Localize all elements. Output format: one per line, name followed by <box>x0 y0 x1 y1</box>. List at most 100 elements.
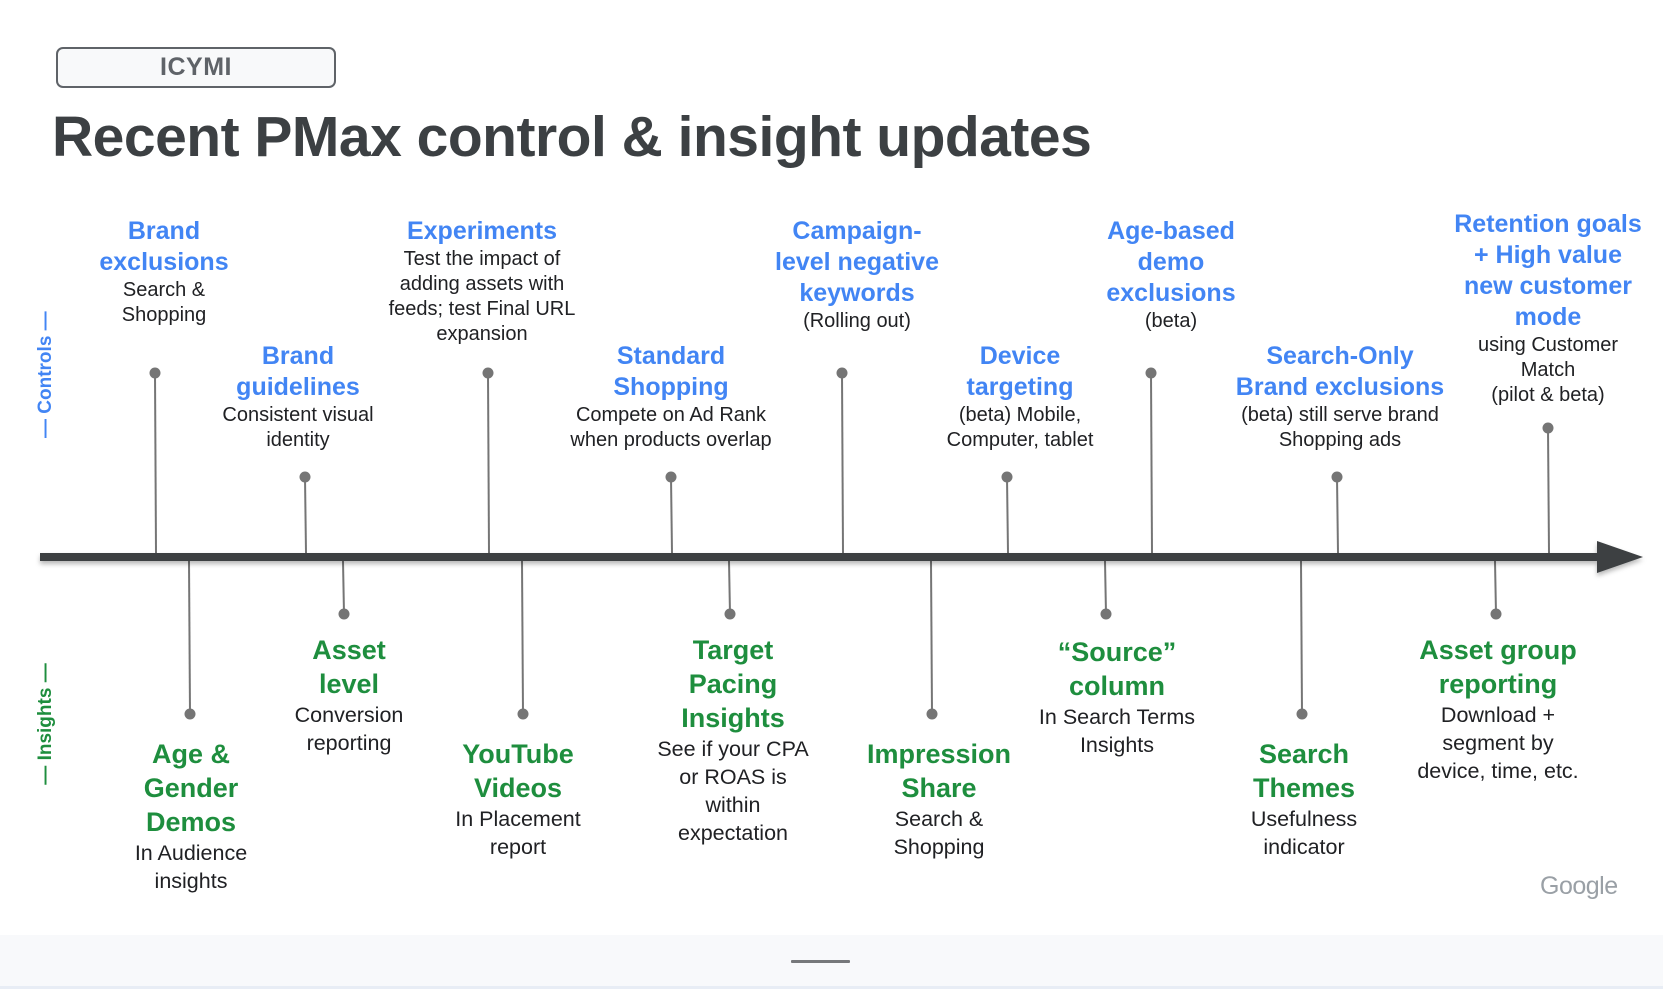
control-milestone-heading: Age-based demo exclusions <box>1041 216 1301 309</box>
heading-line: Gender <box>143 773 239 803</box>
heading-line: Brand <box>127 217 201 245</box>
control-milestone-description: Compete on Ad Rank when products overlap <box>541 403 801 453</box>
insight-dot-3 <box>724 608 736 620</box>
description-line: Download + <box>1440 703 1556 727</box>
insight-milestone-heading: Asset group reporting <box>1368 633 1628 701</box>
insight-milestone-heading: Target Pacing Insights <box>603 633 863 735</box>
insight-milestone-description: Download + segment by device, time, etc. <box>1368 701 1628 785</box>
control-stem-1 <box>304 476 307 554</box>
control-dot-1 <box>299 471 311 483</box>
control-dot-5 <box>1001 471 1013 483</box>
control-stem-6 <box>1150 372 1153 554</box>
description-line: when products overlap <box>570 429 772 451</box>
insight-milestone-description: Search & Shopping <box>809 805 1069 861</box>
insight-stem-6 <box>1300 560 1303 715</box>
insight-dot-5 <box>1100 608 1112 620</box>
heading-line: Target <box>692 635 774 665</box>
description-line: Usefulness <box>1250 807 1358 831</box>
insight-dot-6 <box>1296 708 1308 720</box>
insight-milestone-heading: “Source” column <box>987 635 1247 703</box>
heading-line: mode <box>1514 303 1582 331</box>
description-line: In Search Terms <box>1038 705 1196 729</box>
description-line: (beta) <box>1144 310 1198 332</box>
description-line: feeds; test Final URL <box>388 298 576 320</box>
insight-milestone: Asset group reporting Download + segment by… <box>1368 633 1628 785</box>
heading-line: Campaign- <box>792 217 922 245</box>
description-line: Match <box>1520 359 1576 381</box>
control-milestone: Experiments Test the impact of adding asse… <box>352 216 612 347</box>
timeline-arrowhead-icon <box>1597 541 1643 573</box>
insight-milestone-description: Usefulness indicator <box>1174 805 1434 861</box>
description-line: Search & <box>894 807 984 831</box>
timeline-axis <box>40 553 1600 561</box>
control-milestone-heading: Experiments <box>352 216 612 247</box>
control-milestone-description: Test the impact of adding assets with feed… <box>352 247 612 347</box>
heading-line: reporting <box>1438 669 1558 699</box>
control-milestone-description: using Customer Match (pilot & beta) <box>1418 333 1663 408</box>
heading-line: Device <box>979 342 1061 370</box>
control-milestone: Brand exclusions Search & Shopping <box>34 216 294 328</box>
control-milestone-description: (beta) Mobile, Computer, tablet <box>890 403 1150 453</box>
description-line: using Customer <box>1477 334 1619 356</box>
control-milestone: Standard Shopping Compete on Ad Rank when p… <box>541 341 801 453</box>
control-milestone-heading: Device targeting <box>890 341 1150 403</box>
insight-stem-4 <box>930 560 933 715</box>
description-line: device, time, etc. <box>1417 759 1579 783</box>
slide: ICYMI Recent PMax control & insight upda… <box>0 0 1663 935</box>
insight-dot-2 <box>517 708 529 720</box>
control-stem-7 <box>1336 476 1339 554</box>
control-stem-0 <box>154 372 157 554</box>
heading-line: targeting <box>966 373 1074 401</box>
description-line: Test the impact of <box>403 248 561 270</box>
heading-line: Demos <box>145 807 237 837</box>
heading-line: exclusions <box>99 248 229 276</box>
heading-line: guidelines <box>236 373 360 401</box>
heading-line: Asset group <box>1419 635 1577 665</box>
heading-line: Pacing <box>688 669 778 699</box>
description-line: Shopping <box>893 835 985 859</box>
description-line: Computer, tablet <box>946 429 1094 451</box>
insight-milestone: Age & Gender Demos In Audience insights <box>61 737 321 895</box>
description-line: In Audience <box>134 841 248 865</box>
control-dot-7 <box>1331 471 1343 483</box>
insight-stem-0 <box>188 560 191 715</box>
control-milestone: Campaign-level negative keywords (Rolling … <box>727 216 987 334</box>
description-line: identity <box>266 429 330 451</box>
control-dot-3 <box>665 471 677 483</box>
heading-line: Age-based <box>1107 217 1235 245</box>
heading-line: Experiments <box>406 217 558 245</box>
insight-stem-7 <box>1494 560 1497 615</box>
description-line: Conversion <box>294 703 404 727</box>
control-milestone-description: (beta) <box>1041 309 1301 334</box>
control-milestone-description: (beta) still serve brand Shopping ads <box>1210 403 1470 453</box>
control-milestone-heading: Brand exclusions <box>34 216 294 278</box>
resize-handle[interactable] <box>791 960 850 963</box>
heading-line: “Source” <box>1057 637 1177 667</box>
control-dot-8 <box>1542 422 1554 434</box>
control-milestone: Age-based demo exclusions (beta) <box>1041 216 1301 334</box>
insight-milestone-heading: Asset level <box>219 633 479 701</box>
control-milestone-description: (Rolling out) <box>727 309 987 334</box>
insight-stem-2 <box>521 560 524 715</box>
control-milestone: Brand guidelines Consistent visual identity <box>168 341 428 453</box>
heading-line: new customer <box>1463 272 1633 300</box>
heading-line: Insights <box>681 703 785 733</box>
insight-stem-1 <box>342 560 345 615</box>
control-stem-3 <box>670 476 673 554</box>
control-dot-4 <box>836 367 848 379</box>
control-milestone: Retention goals + High value new customer m… <box>1418 209 1663 408</box>
insight-dot-0 <box>184 708 196 720</box>
insight-dot-1 <box>338 608 350 620</box>
control-milestone: Device targeting (beta) Mobile, Computer, t… <box>890 341 1150 453</box>
heading-line: demo <box>1137 248 1205 276</box>
description-line: Shopping <box>121 304 207 326</box>
description-line: Shopping ads <box>1278 429 1402 451</box>
control-milestone-heading: Standard Shopping <box>541 341 801 403</box>
heading-line: Share <box>901 773 977 803</box>
heading-line: exclusions <box>1106 279 1236 307</box>
description-line: adding assets with <box>399 273 565 295</box>
control-milestone-heading: Brand guidelines <box>168 341 428 403</box>
control-milestone-heading: Campaign-level negative keywords <box>727 216 987 309</box>
description-line: (pilot & beta) <box>1491 384 1605 406</box>
control-stem-8 <box>1547 427 1550 554</box>
